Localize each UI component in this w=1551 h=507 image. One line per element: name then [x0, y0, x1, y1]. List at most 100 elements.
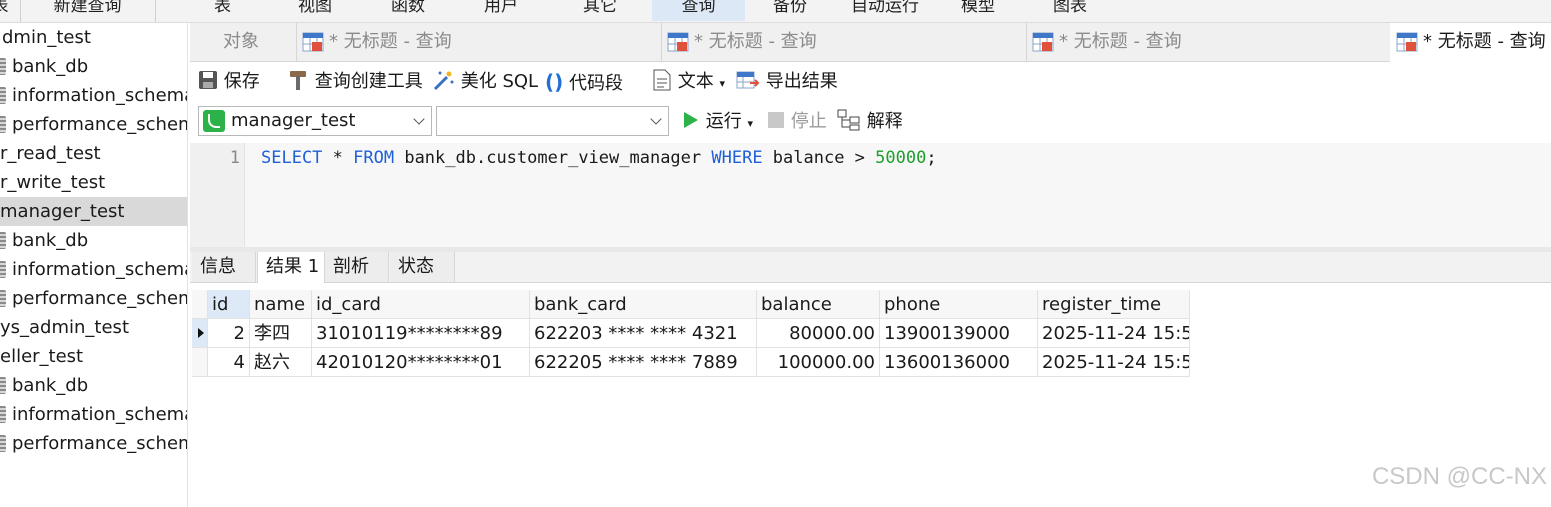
tree-node-database[interactable]: information_schema	[0, 81, 187, 110]
row-selector[interactable]	[192, 319, 208, 348]
beautify-sql-button[interactable]: 美化 SQL	[431, 62, 538, 102]
query-table-icon	[302, 32, 324, 52]
connection-select-value: manager_test	[231, 110, 356, 131]
menu-item-function[interactable]: 函数	[378, 0, 438, 21]
connection-select[interactable]: manager_test	[198, 106, 432, 136]
column-header[interactable]: register_time	[1038, 290, 1190, 319]
sql-keyword: SELECT	[261, 148, 323, 168]
tree-node-label: manager_test	[0, 201, 125, 222]
text-mode-button[interactable]: 文本 ▾	[652, 62, 725, 102]
explain-button[interactable]: 解释	[837, 102, 903, 142]
tab-query-3[interactable]: * 无标题 - 查询	[1026, 23, 1391, 61]
tab-label: * 无标题 - 查询	[1423, 31, 1546, 52]
column-header[interactable]: id_card	[312, 290, 530, 319]
tree-node-label: bank_db	[12, 230, 89, 251]
tree-node-user[interactable]: dmin_test	[0, 23, 187, 52]
tree-node-database[interactable]: performance_schema	[0, 429, 187, 458]
tree-node-label: bank_db	[12, 375, 89, 396]
stop-button[interactable]: 停止	[767, 102, 827, 142]
tab-query-2[interactable]: * 无标题 - 查询	[661, 23, 1027, 61]
column-header[interactable]: phone	[880, 290, 1038, 319]
export-table-icon	[736, 71, 760, 89]
menu-item-other[interactable]: 其它	[570, 0, 630, 21]
run-button[interactable]: 运行 ▾	[682, 102, 753, 142]
table-cell[interactable]: 2025-11-24 15:5	[1038, 319, 1190, 348]
table-cell[interactable]: 赵六	[250, 348, 312, 377]
tree-node-database[interactable]: bank_db	[0, 226, 187, 255]
menu-item-view[interactable]: 视图	[285, 0, 345, 21]
tree-node-user[interactable]: ys_admin_test	[0, 313, 187, 342]
chevron-down-icon	[650, 113, 662, 125]
tree-node-label: r_read_test	[0, 143, 101, 164]
menu-item-table[interactable]: 表	[195, 0, 250, 21]
save-button[interactable]: 保存	[198, 62, 260, 102]
sql-editor[interactable]: 1 SELECT * FROM bank_db.customer_view_ma…	[190, 143, 1551, 247]
menu-item-table-partial[interactable]: 表	[0, 0, 10, 21]
stop-icon	[768, 112, 784, 128]
watermark: CSDN @CC-NX	[1371, 463, 1547, 490]
tree-node-user[interactable]: eller_test	[0, 342, 187, 371]
tab-status[interactable]: 状态	[390, 252, 455, 282]
menu-item-query[interactable]: 查询	[652, 0, 745, 21]
menu-item-new-query[interactable]: 新建查询	[30, 0, 145, 21]
tree-node-user[interactable]: r_read_test	[0, 139, 187, 168]
tree-node-label: eller_test	[0, 346, 84, 367]
save-label: 保存	[223, 71, 260, 92]
menu-bar: 表 新建查询 表 视图 函数 用户 其它 查询 备份 自动运行 模型 图表	[0, 0, 1551, 23]
table-cell[interactable]: 622203 **** **** 4321	[530, 319, 757, 348]
row-selector[interactable]	[192, 348, 208, 377]
column-header[interactable]: id	[208, 290, 250, 319]
table-cell[interactable]: 622205 **** **** 7889	[530, 348, 757, 377]
tab-label: * 无标题 - 查询	[329, 31, 452, 52]
column-header[interactable]: name	[250, 290, 312, 319]
dropdown-arrow-icon: ▾	[719, 77, 725, 90]
tab-result-1[interactable]: 结果 1	[257, 252, 325, 283]
table-cell[interactable]: 2	[208, 319, 250, 348]
menu-item-chart[interactable]: 图表	[1040, 0, 1100, 21]
tab-profile[interactable]: 剖析	[325, 252, 389, 282]
menu-item-model[interactable]: 模型	[948, 0, 1008, 21]
tab-query-active[interactable]: * 无标题 - 查询	[1390, 23, 1551, 62]
table-cell[interactable]: 80000.00	[757, 319, 880, 348]
table-cell[interactable]: 13600136000	[880, 348, 1038, 377]
query-builder-button[interactable]: 查询创建工具	[287, 62, 423, 102]
tab-objects[interactable]: 对象	[190, 23, 297, 61]
tree-node-database[interactable]: performance_schema	[0, 284, 187, 313]
table-cell[interactable]: 2025-11-24 15:5	[1038, 348, 1190, 377]
tab-info[interactable]: 信息	[192, 252, 256, 282]
export-results-button[interactable]: 导出结果	[736, 62, 838, 102]
tree-node-label: performance_schema	[12, 288, 187, 309]
tree-node-database[interactable]: information_schema	[0, 255, 187, 284]
table-cell[interactable]: 42010120********01	[312, 348, 530, 377]
menu-item-user[interactable]: 用户	[471, 0, 531, 21]
sql-text: bank_db.customer_view_manager	[394, 148, 712, 168]
tree-node-database[interactable]: performance_schema	[0, 110, 187, 139]
tab-query-1[interactable]: * 无标题 - 查询	[296, 23, 662, 61]
table-cell[interactable]: 4	[208, 348, 250, 377]
column-header[interactable]: bank_card	[530, 290, 757, 319]
tree-node-database[interactable]: bank_db	[0, 371, 187, 400]
database-select[interactable]	[436, 106, 669, 136]
table-cell[interactable]: 31010119********89	[312, 319, 530, 348]
tree-node-label: ys_admin_test	[0, 317, 129, 338]
menu-item-automation[interactable]: 自动运行	[840, 0, 930, 21]
database-icon	[0, 377, 6, 394]
export-results-label: 导出结果	[765, 71, 838, 92]
magic-wand-icon	[433, 71, 454, 91]
tree-node-user-selected[interactable]: manager_test	[0, 197, 187, 226]
code-snippet-button[interactable]: () 代码段	[545, 62, 623, 102]
connection-tree: dmin_test bank_db information_schema per…	[0, 23, 188, 507]
tree-node-database[interactable]: information_schema	[0, 400, 187, 429]
tree-node-label: information_schema	[12, 259, 187, 280]
tree-node-label: dmin_test	[2, 27, 91, 48]
table-cell[interactable]: 100000.00	[757, 348, 880, 377]
table-cell[interactable]: 13900139000	[880, 319, 1038, 348]
connection-toolbar: manager_test 运行 ▾ 停止 解释	[190, 102, 1551, 142]
menu-item-backup[interactable]: 备份	[760, 0, 820, 21]
tree-node-database[interactable]: bank_db	[0, 52, 187, 81]
column-header[interactable]: balance	[757, 290, 880, 319]
document-icon	[653, 69, 671, 91]
tree-node-user[interactable]: r_write_test	[0, 168, 187, 197]
table-cell[interactable]: 李四	[250, 319, 312, 348]
code-snippet-label: 代码段	[569, 73, 624, 94]
